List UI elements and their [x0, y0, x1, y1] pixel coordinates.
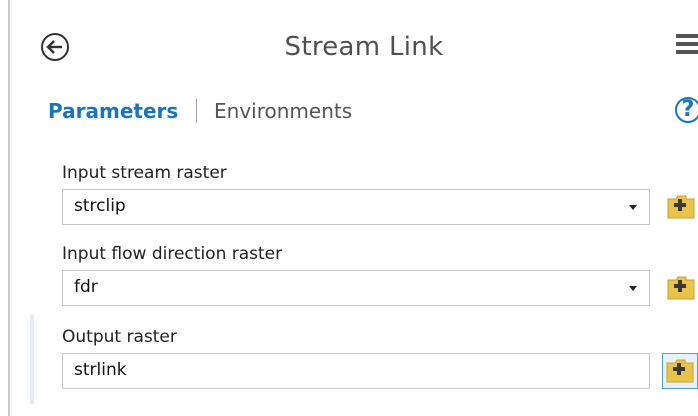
tab-environments[interactable]: Environments: [214, 99, 352, 123]
tool-header: Stream Link: [30, 24, 698, 72]
dropdown-arrow-icon[interactable]: [629, 205, 637, 210]
output-raster-field[interactable]: strlink: [62, 353, 650, 389]
dropdown-arrow-icon[interactable]: [629, 286, 637, 291]
param-output-raster: Output raster strlink: [62, 326, 698, 389]
tool-title: Stream Link: [284, 32, 444, 62]
browse-button[interactable]: [662, 353, 698, 389]
field-value: fdr: [74, 277, 98, 297]
field-value: strclip: [74, 196, 126, 216]
tab-bar: Parameters Environments: [48, 99, 352, 129]
tab-parameters[interactable]: Parameters: [48, 99, 178, 123]
folder-add-icon: [666, 359, 694, 383]
input-flow-direction-raster-field[interactable]: fdr: [62, 270, 650, 306]
browse-button[interactable]: [666, 274, 696, 302]
help-icon[interactable]: ?: [673, 97, 698, 127]
browse-button[interactable]: [666, 193, 696, 221]
panel-left-border-shadow: [11, 0, 12, 416]
hamburger-menu-icon[interactable]: [676, 34, 698, 62]
param-input-flow-direction-raster: Input flow direction raster fdr: [62, 243, 695, 306]
field-value: strlink: [74, 360, 127, 380]
tab-separator: [195, 99, 197, 123]
param-label: Output raster: [62, 327, 177, 347]
panel-left-border: [8, 0, 10, 416]
param-label: Input stream raster: [62, 163, 227, 183]
param-input-stream-raster: Input stream raster strclip: [62, 162, 695, 225]
folder-add-icon: [667, 195, 695, 219]
folder-add-icon: [667, 276, 695, 300]
input-stream-raster-field[interactable]: strclip: [62, 189, 650, 225]
active-parameter-indicator: [30, 314, 34, 404]
param-label: Input flow direction raster: [62, 244, 283, 264]
